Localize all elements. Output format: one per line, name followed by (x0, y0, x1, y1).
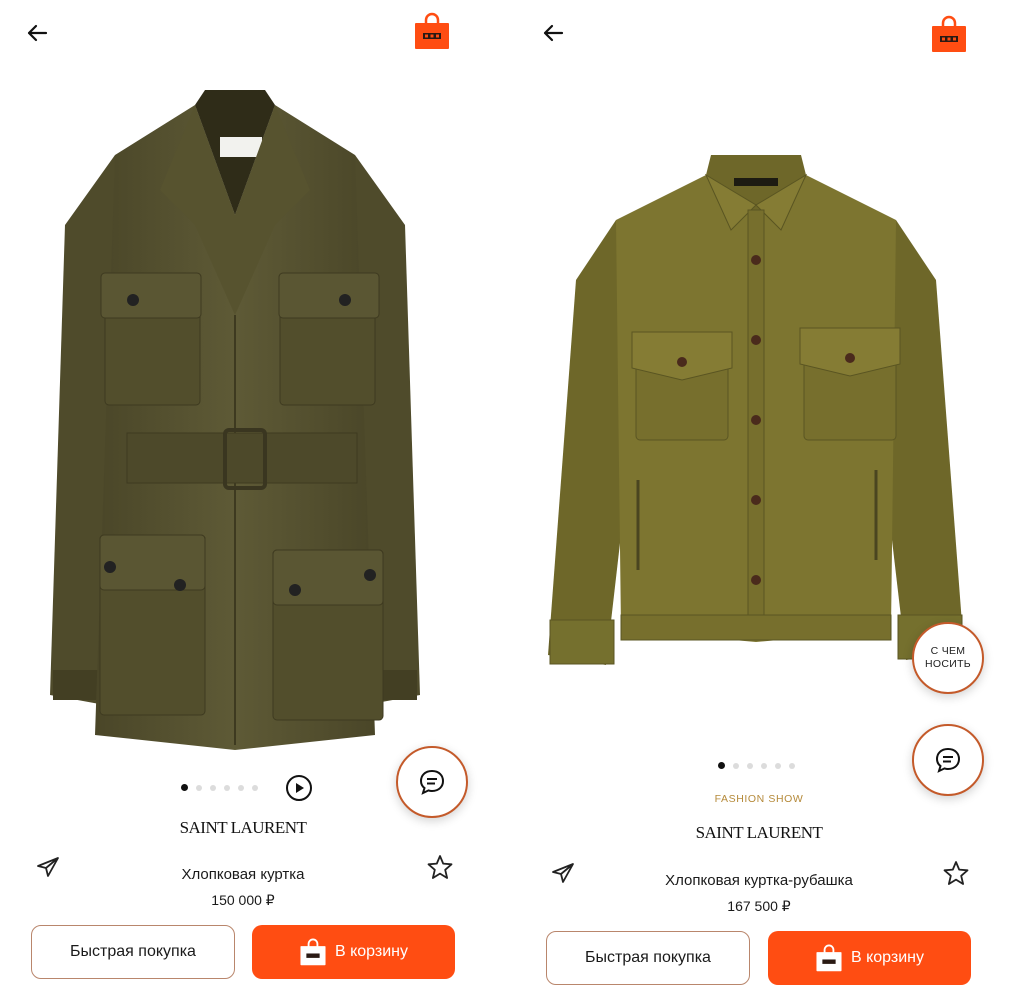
brand-logo[interactable]: SAINT LAURENT (669, 823, 849, 843)
brand-logo[interactable]: SAINT LAURENT (153, 818, 333, 838)
star-icon (943, 861, 969, 885)
paper-plane-icon (37, 857, 59, 877)
product-price: 150 000 ₽ (211, 892, 275, 908)
chat-button[interactable] (912, 724, 984, 796)
carousel-dot[interactable] (747, 762, 753, 769)
add-to-cart-button[interactable]: В корзину (768, 931, 971, 985)
shopping-bag-icon (415, 12, 449, 49)
what-to-wear-label-line1: С ЧЕМ (930, 645, 966, 657)
shopping-bag-icon (815, 944, 843, 972)
back-button[interactable] (538, 18, 568, 48)
product-card-left: SAINT LAURENT Хлопковая куртка 150 000 ₽… (0, 0, 506, 1008)
quick-buy-button[interactable]: Быстрая покупка (31, 925, 235, 979)
carousel-dot[interactable] (761, 762, 767, 769)
share-button[interactable] (548, 858, 578, 888)
arrow-left-icon (27, 24, 48, 42)
image-carousel-dots (181, 784, 258, 791)
carousel-dot[interactable] (181, 784, 188, 791)
carousel-dot[interactable] (789, 762, 795, 769)
add-to-cart-button[interactable]: В корзину (252, 925, 455, 979)
chat-button[interactable] (396, 746, 468, 818)
image-carousel-dots (718, 762, 795, 769)
shopping-bag-icon (932, 15, 966, 52)
product-name: Хлопковая куртка-рубашка (665, 872, 853, 889)
back-button[interactable] (22, 18, 52, 48)
paper-plane-icon (552, 863, 574, 883)
fashion-show-label[interactable]: FASHION SHOW (659, 793, 859, 805)
chat-bubble-icon (419, 769, 445, 795)
carousel-dot[interactable] (210, 784, 216, 791)
play-video-button[interactable] (286, 775, 312, 801)
carousel-dot[interactable] (252, 784, 258, 791)
product-image[interactable] (546, 150, 966, 670)
product-price: 167 500 ₽ (727, 898, 791, 914)
carousel-dot[interactable] (775, 762, 781, 769)
arrow-left-icon (543, 24, 564, 42)
favorite-button[interactable] (425, 852, 455, 882)
watermark-logo-icon (974, 968, 989, 983)
carousel-dot[interactable] (238, 784, 244, 791)
product-image[interactable] (45, 85, 425, 755)
what-to-wear-button[interactable]: С ЧЕМ НОСИТЬ (912, 622, 984, 694)
carousel-dot[interactable] (718, 762, 725, 769)
product-name: Хлопковая куртка (181, 866, 305, 883)
carousel-dot[interactable] (224, 784, 230, 791)
favorite-button[interactable] (941, 858, 971, 888)
shopping-bag-icon (299, 938, 327, 966)
share-button[interactable] (33, 852, 63, 882)
play-icon (296, 783, 304, 793)
carousel-dot[interactable] (733, 762, 739, 769)
what-to-wear-label-line2: НОСИТЬ (925, 658, 971, 670)
add-to-cart-label: В корзину (334, 943, 409, 960)
watermark-text: Fac (993, 965, 1024, 985)
product-card-right: С ЧЕМ НОСИТЬ FASHION SHOW SAINT LAURENT … (518, 0, 1024, 1008)
watermark: Fac (974, 965, 1024, 986)
star-icon (427, 855, 453, 879)
chat-bubble-icon (935, 747, 961, 773)
cart-button[interactable] (930, 15, 968, 53)
cart-button[interactable] (413, 12, 451, 50)
add-to-cart-label: В корзину (850, 949, 925, 966)
quick-buy-button[interactable]: Быстрая покупка (546, 931, 750, 985)
carousel-dot[interactable] (196, 784, 202, 791)
